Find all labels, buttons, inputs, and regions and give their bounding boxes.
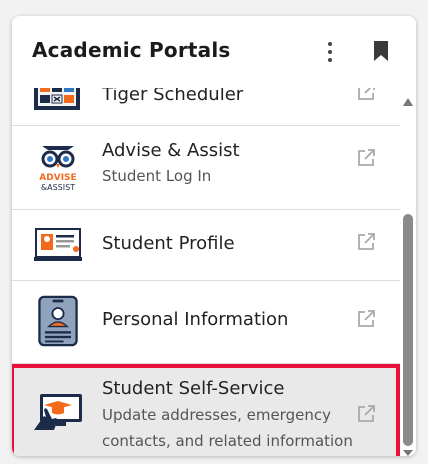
item-label: Tiger Scheduler [102, 88, 244, 105]
scrollbar[interactable] [400, 88, 416, 456]
list-item-personal-information[interactable]: Personal Information [12, 281, 400, 364]
advise-logo-text-2: &ASSIST [41, 183, 75, 192]
bookmark-icon[interactable] [372, 40, 390, 62]
scrollbar-thumb[interactable] [403, 214, 413, 446]
card-title: Academic Portals [32, 38, 231, 62]
calendar-scheduler-icon [34, 88, 80, 110]
external-link-icon[interactable] [356, 88, 376, 102]
academic-portals-card: Academic Portals Tiger Scheduler ADVISE … [12, 16, 416, 456]
external-link-icon[interactable] [356, 232, 376, 252]
list-item-advise-assist[interactable]: ADVISE &ASSIST Advise & Assist Student L… [12, 126, 400, 210]
item-subtitle: Update addresses, emergency contacts, an… [102, 406, 353, 450]
list-item-tiger-scheduler[interactable]: Tiger Scheduler [12, 88, 400, 126]
hand-click-monitor-icon [34, 394, 82, 430]
card-header: Academic Portals [12, 16, 416, 88]
profile-card-icon [34, 228, 82, 261]
external-link-icon[interactable] [356, 309, 376, 329]
scroll-down-arrow-icon[interactable] [403, 450, 413, 456]
item-label: Advise & Assist [102, 140, 240, 161]
item-subtitle: Student Log In [102, 167, 212, 185]
advise-logo-text-1: ADVISE [39, 173, 76, 183]
scroll-up-arrow-icon[interactable] [403, 98, 413, 106]
external-link-icon[interactable] [356, 404, 376, 424]
list-item-student-self-service[interactable]: Student Self-Service Update addresses, e… [12, 364, 400, 456]
item-label: Student Profile [102, 233, 235, 254]
more-options-icon[interactable] [323, 42, 337, 64]
external-link-icon[interactable] [356, 148, 376, 168]
owl-advise-assist-logo: ADVISE &ASSIST [39, 146, 77, 192]
item-label: Personal Information [102, 309, 289, 330]
item-label: Student Self-Service [102, 378, 285, 399]
list-item-student-profile[interactable]: Student Profile [12, 210, 400, 281]
id-badge-icon [38, 295, 78, 347]
portal-list: Tiger Scheduler ADVISE &ASSIST Advise & … [12, 88, 400, 456]
